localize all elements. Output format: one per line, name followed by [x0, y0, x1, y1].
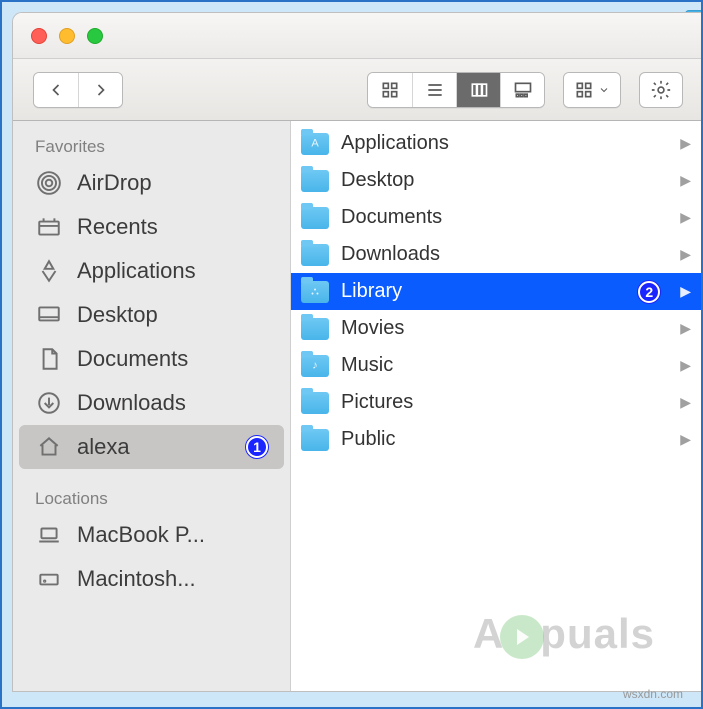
sidebar-item-label: Applications — [77, 258, 274, 284]
grid-icon — [574, 80, 594, 100]
chevron-right-icon: ▶ — [680, 357, 691, 374]
folder-label: Movies — [341, 317, 664, 340]
sidebar-item-label: AirDrop — [77, 170, 274, 196]
group-by-button[interactable] — [564, 73, 620, 107]
annotation-badge: 2 — [638, 281, 660, 303]
folder-item[interactable]: ⛬ Library 2 ▶ — [291, 273, 703, 310]
folder-label: Public — [341, 428, 664, 451]
folder-label: Downloads — [341, 243, 664, 266]
folder-label: Documents — [341, 206, 664, 229]
folder-icon — [301, 207, 329, 229]
folder-label: Applications — [341, 132, 664, 155]
sidebar-item-documents[interactable]: Documents — [13, 337, 290, 381]
applications-icon — [35, 257, 63, 285]
chevron-right-icon: ▶ — [680, 394, 691, 411]
sidebar-item-label: Recents — [77, 214, 274, 240]
sidebar-item-label: Documents — [77, 346, 274, 372]
folder-label: Music — [341, 354, 664, 377]
sidebar-item-applications[interactable]: Applications — [13, 249, 290, 293]
forward-button[interactable] — [78, 73, 122, 107]
desktop-icon — [35, 301, 63, 329]
chevron-right-icon: ▶ — [680, 431, 691, 448]
sidebar-section-header: Favorites — [13, 131, 290, 161]
chevron-right-icon: ▶ — [680, 246, 691, 263]
list-view-button[interactable] — [412, 73, 456, 107]
folder-item[interactable]: Documents ▶ — [291, 199, 703, 236]
icon-view-button[interactable] — [368, 73, 412, 107]
folder-icon — [301, 244, 329, 266]
sidebar: Favorites AirDrop Recents Applications D… — [13, 121, 291, 691]
sidebar-item-home[interactable]: alexa 1 — [19, 425, 284, 469]
sidebar-item-macintosh-hd[interactable]: Macintosh... — [13, 557, 290, 601]
folder-item[interactable]: Downloads ▶ — [291, 236, 703, 273]
view-segment — [367, 72, 545, 108]
folder-item[interactable]: Movies ▶ — [291, 310, 703, 347]
laptop-icon — [35, 521, 63, 549]
sidebar-item-desktop[interactable]: Desktop — [13, 293, 290, 337]
sidebar-item-recents[interactable]: Recents — [13, 205, 290, 249]
finder-window: Favorites AirDrop Recents Applications D… — [12, 12, 703, 692]
back-button[interactable] — [34, 73, 78, 107]
gallery-view-button[interactable] — [500, 73, 544, 107]
nav-segment — [33, 72, 123, 108]
home-icon — [35, 433, 63, 461]
sidebar-item-label: Macintosh... — [77, 566, 274, 592]
toolbar — [13, 59, 703, 121]
folder-icon: ⛬ — [301, 281, 329, 303]
sidebar-item-label: Downloads — [77, 390, 274, 416]
chevron-right-icon: ▶ — [680, 283, 691, 300]
chevron-down-icon — [598, 84, 610, 96]
column-view-button[interactable] — [456, 73, 500, 107]
folder-label: Pictures — [341, 391, 664, 414]
credit-text: wsxdn.com — [623, 687, 683, 701]
maximize-button[interactable] — [87, 28, 103, 44]
folder-icon: ♪ — [301, 355, 329, 377]
folder-icon — [301, 392, 329, 414]
recents-icon — [35, 213, 63, 241]
folder-icon — [301, 429, 329, 451]
folder-item[interactable]: Public ▶ — [291, 421, 703, 458]
watermark: Apuals — [473, 610, 655, 659]
folder-item[interactable]: A Applications ▶ — [291, 125, 703, 162]
sidebar-item-airdrop[interactable]: AirDrop — [13, 161, 290, 205]
folder-label: Library — [341, 280, 626, 303]
sidebar-item-label: Desktop — [77, 302, 274, 328]
annotation-badge: 1 — [246, 436, 268, 458]
documents-icon — [35, 345, 63, 373]
chevron-right-icon: ▶ — [680, 320, 691, 337]
sidebar-item-macbook[interactable]: MacBook P... — [13, 513, 290, 557]
disk-icon — [35, 565, 63, 593]
folder-item[interactable]: ♪ Music ▶ — [291, 347, 703, 384]
chevron-right-icon: ▶ — [680, 209, 691, 226]
folder-label: Desktop — [341, 169, 664, 192]
sidebar-item-downloads[interactable]: Downloads — [13, 381, 290, 425]
content-area: Favorites AirDrop Recents Applications D… — [13, 121, 703, 691]
folder-item[interactable]: Desktop ▶ — [291, 162, 703, 199]
sidebar-section-header: Locations — [13, 483, 290, 513]
group-by-segment — [563, 72, 621, 108]
close-button[interactable] — [31, 28, 47, 44]
airdrop-icon — [35, 169, 63, 197]
sidebar-item-label: MacBook P... — [77, 522, 274, 548]
folder-icon: A — [301, 133, 329, 155]
action-button[interactable] — [639, 72, 683, 108]
folder-icon — [301, 170, 329, 192]
titlebar[interactable] — [13, 13, 703, 59]
folder-icon — [301, 318, 329, 340]
column-view-list: AApplications▶Desktop▶Documents▶Download… — [291, 121, 703, 691]
folder-item[interactable]: Pictures ▶ — [291, 384, 703, 421]
chevron-right-icon: ▶ — [680, 172, 691, 189]
downloads-icon — [35, 389, 63, 417]
sidebar-item-label: alexa — [77, 434, 232, 460]
minimize-button[interactable] — [59, 28, 75, 44]
chevron-right-icon: ▶ — [680, 135, 691, 152]
gear-icon — [650, 79, 672, 101]
